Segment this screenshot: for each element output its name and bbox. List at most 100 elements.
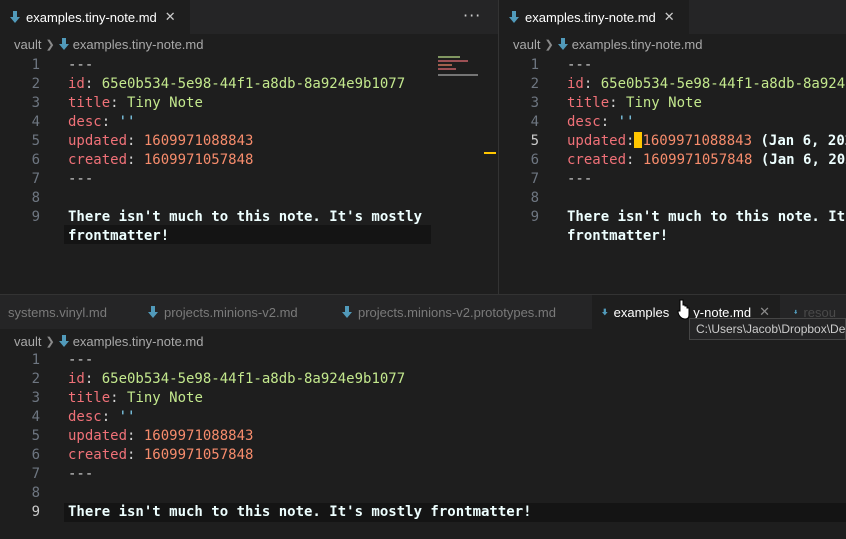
line-number: 3 <box>530 95 539 111</box>
frontmatter-key: id <box>68 371 85 387</box>
line-number: 2 <box>530 76 539 92</box>
frontmatter-value: 1609971057848 <box>642 152 753 168</box>
markdown-icon <box>10 11 20 23</box>
breadcrumb-root[interactable]: vault <box>14 37 41 52</box>
bottom-editor[interactable]: 1 --- 2 id: 65e0b534-5e98-44f1-a8db-8a924e… <box>0 351 846 539</box>
left-breadcrumb: vault ❯ examples.tiny-note.md <box>14 34 203 54</box>
more-actions-icon[interactable]: ··· <box>463 6 481 25</box>
breadcrumb-file[interactable]: examples.tiny-note.md <box>73 37 204 52</box>
right-editor[interactable]: 1--- 2id: 65e0b534-5e98-44f1-a8db-8a924e… <box>499 54 846 294</box>
markdown-icon <box>58 335 69 347</box>
line-number: 8 <box>31 190 40 206</box>
line-number: 6 <box>530 152 539 168</box>
tab-label: examples <box>613 304 670 320</box>
close-icon[interactable]: ✕ <box>664 9 675 25</box>
left-tab-tiny-note[interactable]: examples.tiny-note.md ✕ <box>0 0 190 34</box>
chevron-right-icon: ❯ <box>45 335 55 348</box>
frontmatter-value: 1609971088843 <box>143 428 254 444</box>
breadcrumb-file[interactable]: examples.tiny-note.md <box>572 37 703 52</box>
frontmatter-key: updated <box>68 133 128 149</box>
frontmatter-value: '' <box>617 114 635 130</box>
frontmatter-value: Tiny Note <box>127 390 203 406</box>
markdown-icon <box>602 308 608 316</box>
line-number: 2 <box>31 76 40 92</box>
mouse-pointer-icon <box>677 299 690 320</box>
bottom-tab-systems-vinyl[interactable]: systems.vinyl.md <box>0 295 135 329</box>
frontmatter-key: desc <box>68 409 102 425</box>
line-number: 8 <box>31 485 40 501</box>
date-hint: (Jan 6, 202 <box>760 133 846 149</box>
line-number: 4 <box>31 114 40 130</box>
line-text: --- <box>68 466 94 482</box>
line-number: 7 <box>31 466 40 482</box>
frontmatter-key: created <box>68 447 128 463</box>
line-number: 9 <box>31 504 40 520</box>
frontmatter-key: title <box>68 95 111 111</box>
markdown-icon <box>509 11 519 23</box>
line-text: --- <box>567 171 593 187</box>
frontmatter-key: desc <box>68 114 102 130</box>
left-tab-label: examples.tiny-note.md <box>26 9 157 25</box>
markdown-icon <box>58 38 69 50</box>
frontmatter-value: 65e0b534-5e98-44f1-a8db-8a924e9b1077 <box>600 76 846 92</box>
tab-label: systems.vinyl.md <box>8 304 107 320</box>
line-number: 5 <box>31 428 40 444</box>
markdown-icon <box>557 38 568 50</box>
line-number: 2 <box>31 371 40 387</box>
markdown-icon <box>342 306 352 318</box>
frontmatter-value: Tiny Note <box>626 95 702 111</box>
line-text: --- <box>567 57 593 73</box>
line-number: 5 <box>31 133 40 149</box>
breadcrumb-root[interactable]: vault <box>14 334 41 349</box>
chevron-right-icon: ❯ <box>45 38 55 51</box>
line-text: --- <box>68 171 94 187</box>
frontmatter-key: updated <box>567 133 627 149</box>
line-number: 6 <box>31 447 40 463</box>
frontmatter-value: 1609971088843 <box>143 133 254 149</box>
line-number: 5 <box>530 133 539 149</box>
bottom-tab-projects-minions-v2-prototypes[interactable]: projects.minions-v2.prototypes.md <box>332 295 582 329</box>
bottom-tab-projects-minions-v2[interactable]: projects.minions-v2.md <box>138 295 328 329</box>
close-icon[interactable]: ✕ <box>165 9 176 25</box>
breadcrumb-file[interactable]: examples.tiny-note.md <box>73 334 204 349</box>
line-text: --- <box>68 57 94 73</box>
line-text-wrapped: frontmatter! <box>68 228 170 244</box>
line-number: 6 <box>31 152 40 168</box>
line-text: There isn't much to this note. It' <box>567 209 846 225</box>
tab-label: projects.minions-v2.prototypes.md <box>358 304 556 320</box>
frontmatter-value: 1609971057848 <box>143 447 254 463</box>
tab-label: projects.minions-v2.md <box>164 304 298 320</box>
line-text-wrapped: frontmatter! <box>567 228 669 244</box>
line-number: 7 <box>530 171 539 187</box>
line-number: 7 <box>31 171 40 187</box>
line-text: There isn't much to this note. It's most… <box>68 504 532 520</box>
line-number: 8 <box>530 190 539 206</box>
line-text: There isn't much to this note. It's most… <box>68 209 423 225</box>
line-number: 4 <box>31 409 40 425</box>
line-number: 3 <box>31 95 40 111</box>
frontmatter-key: created <box>68 152 128 168</box>
frontmatter-key: updated <box>68 428 128 444</box>
line-number: 9 <box>31 209 40 225</box>
chevron-right-icon: ❯ <box>544 38 554 51</box>
frontmatter-value: '' <box>118 409 136 425</box>
frontmatter-value: 65e0b534-5e98-44f1-a8db-8a924e9b1077 <box>101 371 406 387</box>
breadcrumb-root[interactable]: vault <box>513 37 540 52</box>
frontmatter-key: created <box>567 152 627 168</box>
frontmatter-key: title <box>567 95 610 111</box>
line-text: --- <box>68 352 94 368</box>
date-hint: (Jan 6, 202 <box>760 152 846 168</box>
frontmatter-value: 65e0b534-5e98-44f1-a8db-8a924e9b1077 <box>101 76 406 92</box>
line-number: 4 <box>530 114 539 130</box>
frontmatter-key: title <box>68 390 111 406</box>
frontmatter-value: 1609971057848 <box>143 152 254 168</box>
right-tab-tiny-note[interactable]: examples.tiny-note.md ✕ <box>499 0 689 34</box>
frontmatter-value: Tiny Note <box>127 95 203 111</box>
line-number: 1 <box>31 57 40 73</box>
bottom-breadcrumb: vault ❯ examples.tiny-note.md <box>14 331 203 351</box>
line-number: 3 <box>31 390 40 406</box>
left-editor[interactable]: 1 --- 2 id: 65e0b534-5e98-44f1-a8db-8a924e… <box>0 54 498 294</box>
file-path-tooltip: C:\Users\Jacob\Dropbox\De <box>689 318 846 340</box>
line-number: 1 <box>530 57 539 73</box>
frontmatter-key: id <box>68 76 85 92</box>
